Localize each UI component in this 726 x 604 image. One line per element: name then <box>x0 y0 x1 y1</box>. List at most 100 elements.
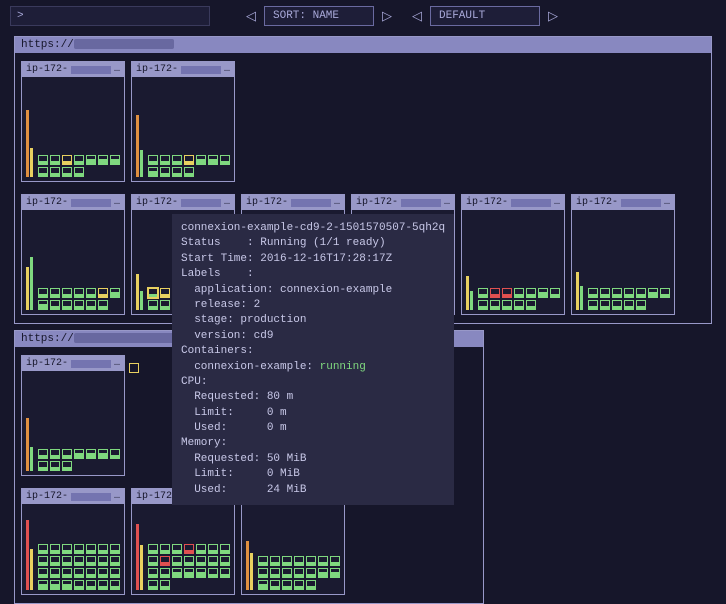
filter-select[interactable]: DEFAULT <box>430 6 540 26</box>
pod-icon[interactable] <box>196 155 206 165</box>
pod-icon[interactable] <box>148 580 158 590</box>
pod-icon[interactable] <box>86 580 96 590</box>
pod-icon[interactable] <box>490 288 500 298</box>
pod-icon[interactable] <box>50 300 60 310</box>
pod-icon[interactable] <box>38 449 48 459</box>
pod-icon[interactable] <box>160 155 170 165</box>
pod-icon[interactable] <box>636 300 646 310</box>
node-panel[interactable]: ip-172-… <box>21 194 125 315</box>
pod-icon[interactable] <box>306 556 316 566</box>
node-panel[interactable]: ip-172-… <box>131 61 235 182</box>
filter-next-icon[interactable]: ▷ <box>548 9 558 24</box>
pod-icon[interactable] <box>110 556 120 566</box>
pod-icon[interactable] <box>624 288 634 298</box>
pod-icon[interactable] <box>160 288 170 298</box>
pod-icon[interactable] <box>50 556 60 566</box>
pod-icon[interactable] <box>86 300 96 310</box>
pod-icon[interactable] <box>98 556 108 566</box>
pod-icon[interactable] <box>148 544 158 554</box>
pod-icon[interactable] <box>148 288 158 298</box>
pod-icon[interactable] <box>160 544 170 554</box>
pod-icon[interactable] <box>330 556 340 566</box>
pod-icon[interactable] <box>62 461 72 471</box>
pod-icon[interactable] <box>74 580 84 590</box>
pod-icon[interactable] <box>110 544 120 554</box>
pod-icon[interactable] <box>160 167 170 177</box>
pod-icon[interactable] <box>38 288 48 298</box>
pod-icon[interactable] <box>98 288 108 298</box>
pod-icon[interactable] <box>196 556 206 566</box>
sort-prev-icon[interactable]: ◁ <box>246 9 256 24</box>
pod-icon[interactable] <box>258 556 268 566</box>
pod-icon[interactable] <box>38 167 48 177</box>
pod-icon[interactable] <box>86 556 96 566</box>
pod-icon[interactable] <box>588 288 598 298</box>
pod-icon[interactable] <box>38 461 48 471</box>
pod-icon[interactable] <box>306 580 316 590</box>
pod-icon[interactable] <box>282 556 292 566</box>
pod-icon[interactable] <box>172 155 182 165</box>
pod-icon[interactable] <box>50 544 60 554</box>
pod-icon[interactable] <box>588 300 598 310</box>
pod-icon[interactable] <box>50 167 60 177</box>
pod-icon[interactable] <box>612 300 622 310</box>
pod-icon[interactable] <box>74 155 84 165</box>
pod-icon[interactable] <box>86 155 96 165</box>
pod-icon[interactable] <box>50 288 60 298</box>
pod-icon[interactable] <box>514 288 524 298</box>
pod-icon[interactable] <box>38 300 48 310</box>
pod-icon[interactable] <box>62 544 72 554</box>
pod-icon[interactable] <box>172 556 182 566</box>
pod-icon[interactable] <box>550 288 560 298</box>
pod-icon[interactable] <box>220 544 230 554</box>
pod-icon[interactable] <box>478 288 488 298</box>
pod-icon[interactable] <box>600 300 610 310</box>
pod-icon[interactable] <box>98 449 108 459</box>
pod-icon[interactable] <box>160 300 170 310</box>
pod-icon[interactable] <box>110 580 120 590</box>
pod-icon[interactable] <box>220 556 230 566</box>
node-panel[interactable]: ip-172-… <box>21 355 125 476</box>
pod-icon[interactable] <box>110 155 120 165</box>
pod-icon[interactable] <box>38 155 48 165</box>
pod-icon[interactable] <box>148 155 158 165</box>
pod-icon[interactable] <box>62 300 72 310</box>
node-panel[interactable]: ip-172-… <box>21 61 125 182</box>
pod-icon[interactable] <box>86 544 96 554</box>
pod-icon[interactable] <box>208 155 218 165</box>
pod-icon[interactable] <box>208 556 218 566</box>
pod-icon[interactable] <box>220 155 230 165</box>
pod-icon[interactable] <box>502 288 512 298</box>
pod-icon[interactable] <box>538 288 548 298</box>
node-panel[interactable]: ip-172-… <box>21 488 125 595</box>
pod-icon[interactable] <box>526 288 536 298</box>
pod-icon[interactable] <box>86 288 96 298</box>
pod-icon[interactable] <box>478 300 488 310</box>
pod-icon[interactable] <box>50 461 60 471</box>
pod-icon[interactable] <box>660 288 670 298</box>
sort-next-icon[interactable]: ▷ <box>382 9 392 24</box>
pod-icon[interactable] <box>172 544 182 554</box>
pod-icon[interactable] <box>50 449 60 459</box>
pod-icon[interactable] <box>74 556 84 566</box>
pod-icon[interactable] <box>38 544 48 554</box>
pod-icon[interactable] <box>74 544 84 554</box>
pod-icon[interactable] <box>184 556 194 566</box>
pod-icon[interactable] <box>110 288 120 298</box>
pod-icon[interactable] <box>196 544 206 554</box>
pod-icon[interactable] <box>50 580 60 590</box>
pod-icon[interactable] <box>62 580 72 590</box>
pod-icon[interactable] <box>294 580 304 590</box>
pod-icon[interactable] <box>258 580 268 590</box>
pod-icon[interactable] <box>526 300 536 310</box>
pod-icon[interactable] <box>38 556 48 566</box>
pod-icon[interactable] <box>514 300 524 310</box>
pod-icon[interactable] <box>600 288 610 298</box>
pod-icon[interactable] <box>62 556 72 566</box>
pod-icon[interactable] <box>160 556 170 566</box>
pod-icon[interactable] <box>648 288 658 298</box>
pod-icon[interactable] <box>636 288 646 298</box>
pod-icon[interactable] <box>62 155 72 165</box>
pod-icon[interactable] <box>110 449 120 459</box>
pod-icon[interactable] <box>74 300 84 310</box>
